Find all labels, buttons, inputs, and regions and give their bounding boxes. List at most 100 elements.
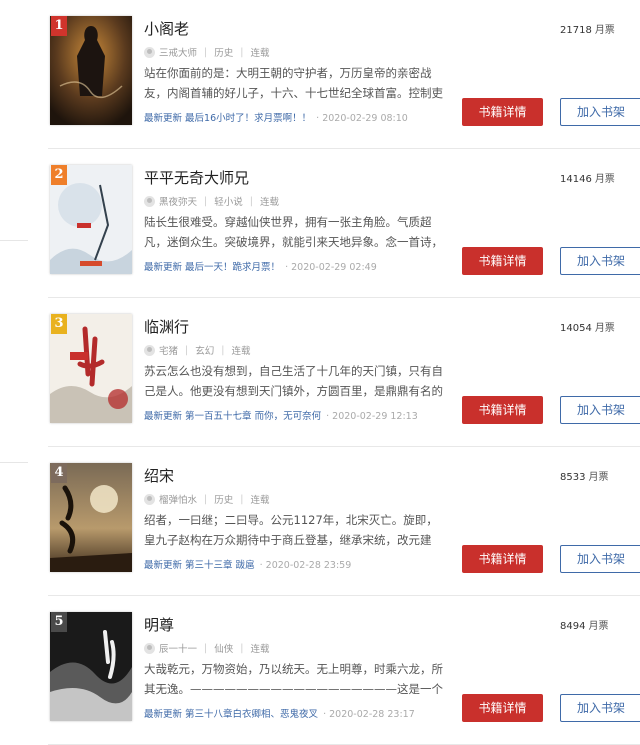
latest-update: 最新更新 最后16小时了！求月票啊！！ · 2020-02-29 08:10 xyxy=(144,110,408,124)
separator: | xyxy=(204,46,208,58)
add-to-shelf-button[interactable]: 加入书架 xyxy=(560,694,640,722)
add-to-shelf-button[interactable]: 加入书架 xyxy=(560,396,640,424)
category-link[interactable]: 玄幻 xyxy=(195,343,214,357)
separator: | xyxy=(204,493,208,505)
rank-badge: 2 xyxy=(51,165,67,185)
book-title[interactable]: 小阁老 xyxy=(144,18,189,39)
update-label: 最新更新 xyxy=(144,411,183,422)
status-label: 连载 xyxy=(231,346,251,357)
book-meta: 宅猪 | 玄幻 | 连载 xyxy=(144,343,250,357)
add-to-shelf-button[interactable]: 加入书架 xyxy=(560,98,640,126)
rank-badge: 5 xyxy=(51,612,67,632)
update-label: 最新更新 xyxy=(144,113,183,124)
book-title[interactable]: 临渊行 xyxy=(144,316,189,337)
latest-update: 最新更新 第三十八章白衣卿相、恶鬼夜叉 · 2020-02-28 23:17 xyxy=(144,706,415,720)
category-link[interactable]: 历史 xyxy=(214,45,233,59)
book-meta: 榴弹怕水 | 历史 | 连载 xyxy=(144,492,269,506)
book-item: 2 平平无奇大师兄 黑夜弥天 | 轻小说 | 连载 陆长生很难受。穿越仙侠世界，… xyxy=(0,149,640,298)
update-date: · 2020-02-29 12:13 xyxy=(326,411,418,422)
update-date: · 2020-02-29 02:49 xyxy=(285,262,377,273)
rank-badge: 3 xyxy=(51,314,67,334)
update-date: · 2020-02-29 08:10 xyxy=(316,113,408,124)
separator: | xyxy=(185,344,189,356)
book-item: 3 临渊行 宅猪 | 玄幻 | 连载 苏云怎么也没有想到，自己生活了十几年的天门… xyxy=(0,298,640,447)
author-link[interactable]: 三戒大师 xyxy=(159,45,197,59)
update-label: 最新更新 xyxy=(144,262,183,273)
author-link[interactable]: 宅猪 xyxy=(159,343,178,357)
update-label: 最新更新 xyxy=(144,709,183,720)
add-to-shelf-button[interactable]: 加入书架 xyxy=(560,247,640,275)
latest-update: 最新更新 最后一天！跪求月票！ · 2020-02-29 02:49 xyxy=(144,259,377,273)
ticket-unit: 月票 xyxy=(588,472,609,483)
monthly-ticket-count: 8533 月票 xyxy=(560,468,608,483)
book-title[interactable]: 明尊 xyxy=(144,614,174,635)
category-link[interactable]: 历史 xyxy=(214,492,233,506)
monthly-ticket-count: 14146 月票 xyxy=(560,170,615,185)
book-meta: 辰一十一 | 仙侠 | 连载 xyxy=(144,641,269,655)
separator: | xyxy=(204,642,208,654)
author-avatar-icon xyxy=(144,344,155,356)
add-to-shelf-button[interactable]: 加入书架 xyxy=(560,545,640,573)
separator: | xyxy=(249,195,253,207)
latest-chapter-link[interactable]: 第一百五十七章 而你，无可奈何 xyxy=(185,411,321,422)
book-detail-button[interactable]: 书籍详情 xyxy=(462,247,543,275)
author-link[interactable]: 榴弹怕水 xyxy=(159,492,197,506)
book-description: 绍者，一曰继；二曰导。公元1127年，北宋灭亡。旋即，皇九子赵构在万众期待中于商… xyxy=(144,513,438,547)
status-label: 连载 xyxy=(259,197,279,208)
separator: | xyxy=(240,642,244,654)
book-description: 苏云怎么也没有想到，自己生活了十几年的天门镇，只有自己是人。他更没有想到天门镇外… xyxy=(144,364,443,398)
category-link[interactable]: 轻小说 xyxy=(214,194,243,208)
separator: | xyxy=(221,344,225,356)
book-detail-button[interactable]: 书籍详情 xyxy=(462,545,543,573)
monthly-ticket-count: 21718 月票 xyxy=(560,21,615,36)
book-title[interactable]: 绍宋 xyxy=(144,465,174,486)
ticket-unit: 月票 xyxy=(594,174,615,185)
latest-chapter-link[interactable]: 第三十三章 跋扈 xyxy=(185,560,255,571)
book-description: 陆长生很难受。穿越仙侠世界，拥有一张主角脸。气质超凡，迷倒众生。突破境界，就能引… xyxy=(144,215,443,249)
ticket-number: 8533 xyxy=(560,472,586,483)
author-link[interactable]: 黑夜弥天 xyxy=(159,194,197,208)
latest-update: 最新更新 第三十三章 跋扈 · 2020-02-28 23:59 xyxy=(144,557,351,571)
book-item: 1 小阁老 三戒大师 | 历史 | 连载 站在你面前的是：大明王朝的守护者，万历… xyxy=(0,0,640,149)
book-description: 大哉乾元，万物资始，乃以统天。无上明尊，时乘六龙，所其无逸。——————————… xyxy=(144,662,443,696)
author-avatar-icon xyxy=(144,642,155,654)
book-item: 5 明尊 辰一十一 | 仙侠 | 连载 大哉乾元，万物资始，乃以统天。无上明尊，… xyxy=(0,596,640,745)
ticket-unit: 月票 xyxy=(594,323,615,334)
status-label: 连载 xyxy=(250,495,270,506)
rank-badge: 4 xyxy=(51,463,67,483)
status-label: 连载 xyxy=(250,48,270,59)
ticket-unit: 月票 xyxy=(594,25,615,36)
book-title[interactable]: 平平无奇大师兄 xyxy=(144,167,249,188)
separator: | xyxy=(240,493,244,505)
ticket-number: 8494 xyxy=(560,621,586,632)
ticket-number: 21718 xyxy=(560,25,592,36)
monthly-ticket-count: 14054 月票 xyxy=(560,319,615,334)
ticket-number: 14054 xyxy=(560,323,592,334)
book-detail-button[interactable]: 书籍详情 xyxy=(462,694,543,722)
monthly-ticket-count: 8494 月票 xyxy=(560,617,608,632)
separator: | xyxy=(204,195,208,207)
author-avatar-icon xyxy=(144,195,155,207)
category-link[interactable]: 仙侠 xyxy=(214,641,233,655)
book-detail-button[interactable]: 书籍详情 xyxy=(462,98,543,126)
ticket-number: 14146 xyxy=(560,174,592,185)
book-detail-button[interactable]: 书籍详情 xyxy=(462,396,543,424)
status-label: 连载 xyxy=(250,644,270,655)
rank-badge: 1 xyxy=(51,16,67,36)
separator: | xyxy=(240,46,244,58)
latest-update: 最新更新 第一百五十七章 而你，无可奈何 · 2020-02-29 12:13 xyxy=(144,408,418,422)
latest-chapter-link[interactable]: 第三十八章白衣卿相、恶鬼夜叉 xyxy=(185,709,318,720)
latest-chapter-link[interactable]: 最后一天！跪求月票！ xyxy=(185,262,280,273)
latest-chapter-link[interactable]: 最后16小时了！求月票啊！！ xyxy=(185,113,311,124)
update-date: · 2020-02-28 23:59 xyxy=(259,560,352,571)
ticket-unit: 月票 xyxy=(588,621,609,632)
author-avatar-icon xyxy=(144,493,155,505)
book-description: 站在你面前的是：大明王朝的守护者，万历皇帝的亲密战友，内阁首辅的好儿子，十六、十… xyxy=(144,66,443,100)
book-meta: 黑夜弥天 | 轻小说 | 连载 xyxy=(144,194,279,208)
author-avatar-icon xyxy=(144,46,155,58)
book-item: 4 绍宋 榴弹怕水 | 历史 | 连载 绍者，一曰继；二曰导。公元1127年，北… xyxy=(0,447,640,596)
author-link[interactable]: 辰一十一 xyxy=(159,641,197,655)
book-meta: 三戒大师 | 历史 | 连载 xyxy=(144,45,269,59)
update-date: · 2020-02-28 23:17 xyxy=(323,709,415,720)
update-label: 最新更新 xyxy=(144,560,183,571)
